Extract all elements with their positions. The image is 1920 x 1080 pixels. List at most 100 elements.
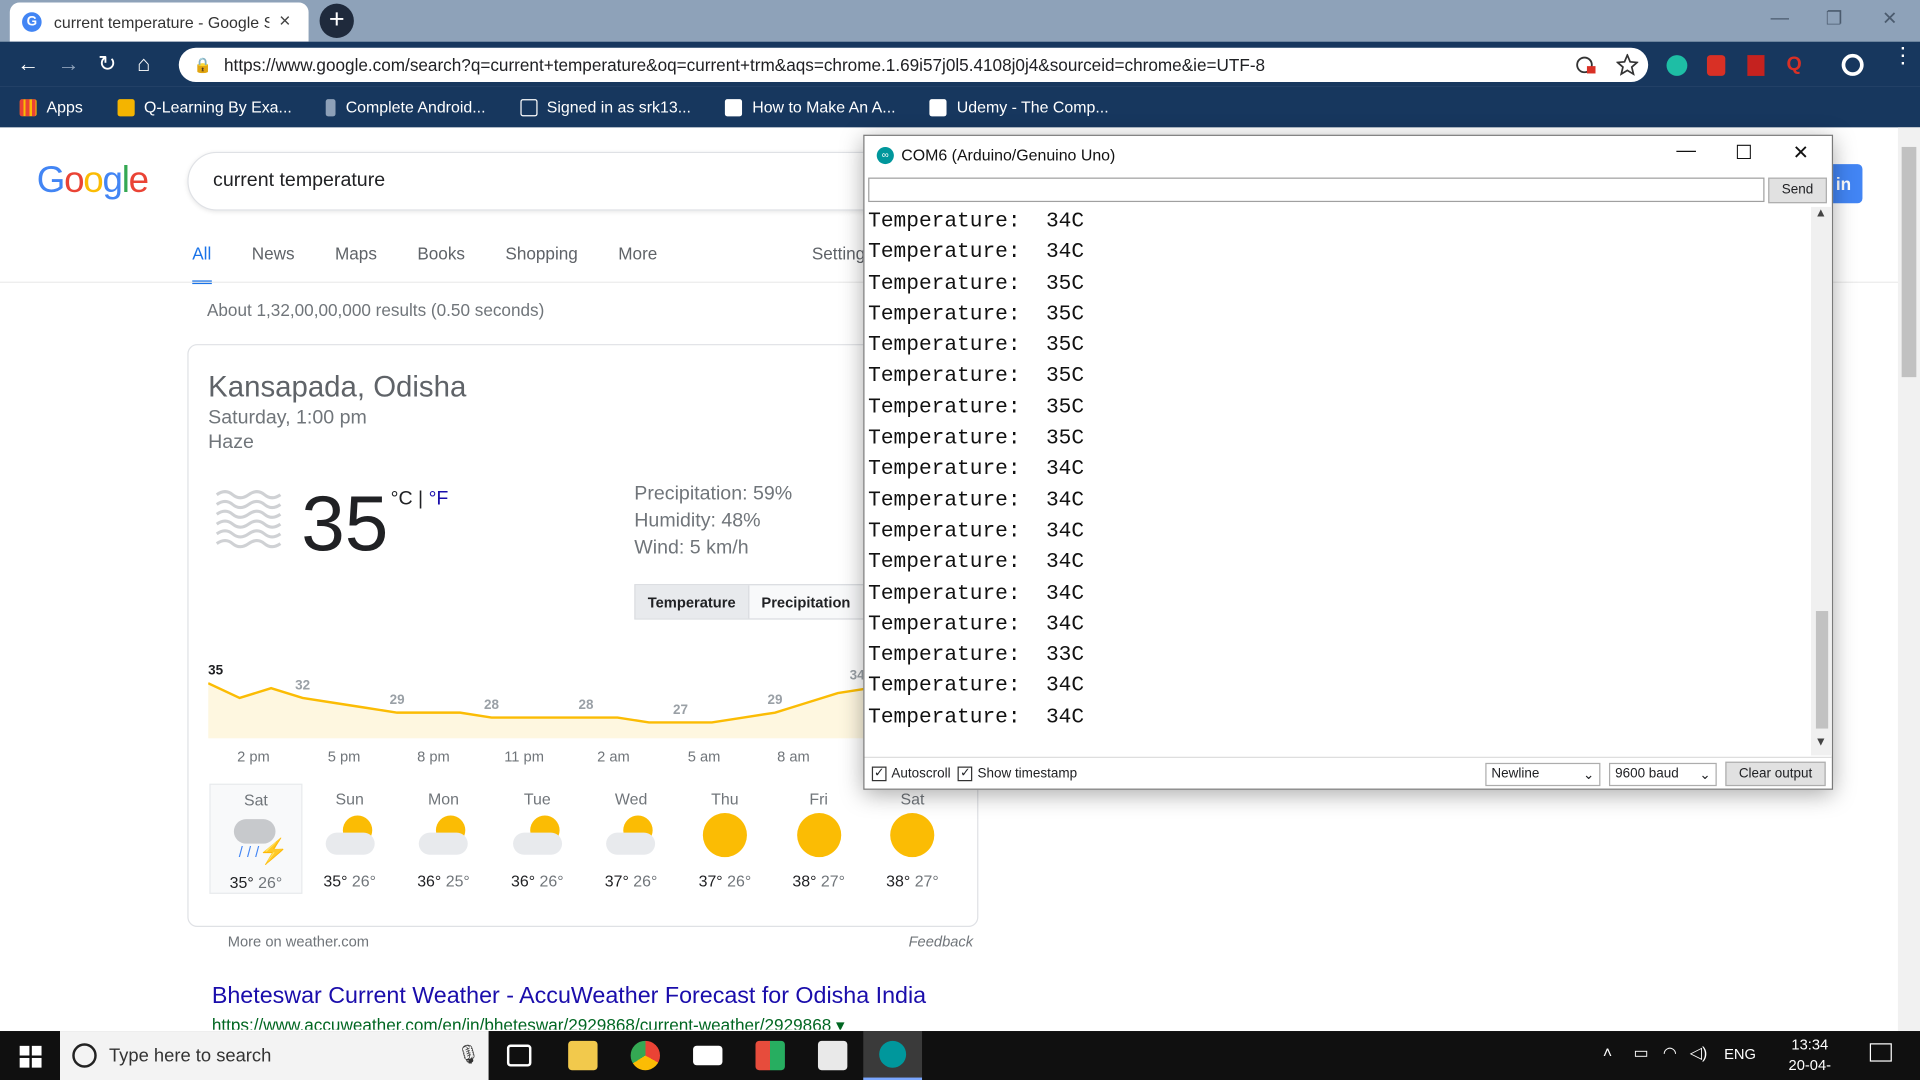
bookmark-signed-in[interactable]: Signed in as srk13... <box>519 98 691 116</box>
minimize-icon[interactable]: — <box>1771 7 1789 28</box>
serial-send-input[interactable] <box>868 177 1765 203</box>
extension-q-icon[interactable]: Q <box>1787 54 1802 76</box>
tab-books[interactable]: Books <box>417 244 465 284</box>
tab-maps[interactable]: Maps <box>335 244 377 284</box>
bookmark-android[interactable]: Complete Android... <box>326 98 486 116</box>
tab-news[interactable]: News <box>252 244 295 284</box>
tab-close-icon[interactable]: × <box>279 11 290 33</box>
clear-output-button[interactable]: Clear output <box>1725 761 1826 787</box>
tab-all[interactable]: All <box>192 244 212 285</box>
feedback-link[interactable]: Feedback <box>909 933 974 950</box>
scrollbar-thumb[interactable] <box>1901 146 1917 378</box>
file-explorer-icon[interactable] <box>568 1040 598 1071</box>
forecast-high: 35° <box>323 871 348 891</box>
serial-line: Temperature: 35C <box>868 396 1085 420</box>
address-bar[interactable]: 🔒 https://www.google.com/search?q=curren… <box>178 47 1649 83</box>
serial-minimize-icon[interactable]: — <box>1676 141 1696 163</box>
task-view-icon[interactable] <box>506 1044 532 1067</box>
serial-line: Temperature: 35C <box>868 303 1085 327</box>
browser-tab[interactable]: G current temperature - Google Se × <box>9 2 309 42</box>
serial-line: Temperature: 35C <box>868 334 1085 358</box>
forecast-high: 36° <box>510 871 536 891</box>
forecast-day[interactable]: Thu 37° 26° <box>678 784 771 894</box>
serial-line: Temperature: 34C <box>868 551 1085 575</box>
home-icon[interactable]: ⌂ <box>137 51 150 77</box>
forecast-high: 36° <box>417 871 442 891</box>
precipitation-tab[interactable]: Precipitation <box>749 585 862 618</box>
language-indicator[interactable]: ENG <box>1724 1046 1756 1063</box>
bookmark-favicon-icon <box>326 98 336 116</box>
bookmark-star-icon[interactable] <box>1616 53 1639 76</box>
google-logo[interactable]: Google <box>37 160 149 202</box>
fahrenheit-unit[interactable]: °F <box>429 489 449 510</box>
menu-icon[interactable]: ⋮ <box>1892 44 1914 66</box>
taskbar-clock[interactable]: 13:34 20-04-2019 <box>1773 1035 1846 1080</box>
forward-icon[interactable]: → <box>58 51 80 77</box>
notifications-icon[interactable] <box>1869 1043 1892 1062</box>
serial-line: Temperature: 34C <box>868 582 1085 606</box>
bookmark-how-to[interactable]: How to Make An A... <box>725 98 896 116</box>
forecast-day[interactable]: Mon 36° 25° <box>397 784 490 894</box>
extension-meet-icon[interactable] <box>1666 55 1688 76</box>
autoscroll-checkbox[interactable]: ✓ Autoscroll <box>871 765 951 781</box>
forecast-low: 26° <box>633 871 658 891</box>
close-window-icon[interactable]: ✕ <box>1882 7 1897 30</box>
page-scrollbar[interactable] <box>1897 127 1920 1032</box>
line-ending-select[interactable]: Newline ⌄ <box>1485 762 1601 787</box>
microphone-icon[interactable]: 🎙 <box>457 1043 480 1065</box>
bookmark-apps[interactable]: Apps <box>19 98 83 116</box>
chart-data-label: 27 <box>673 702 688 717</box>
forecast-day[interactable]: Sat ⚡ / / / 35° 26° <box>209 783 303 894</box>
serial-maximize-icon[interactable]: ☐ <box>1735 141 1753 165</box>
document-icon[interactable] <box>817 1040 848 1071</box>
result-title-link[interactable]: Bheteswar Current Weather - AccuWeather … <box>212 983 926 1010</box>
restore-icon[interactable]: ❐ <box>1826 7 1842 30</box>
search-tabs: All News Maps Books Shopping More <box>192 244 697 285</box>
serial-line: Temperature: 34C <box>868 706 1085 730</box>
address-url: https://www.google.com/search?q=current+… <box>224 55 1266 75</box>
back-icon[interactable]: ← <box>17 51 39 77</box>
serial-close-icon[interactable]: ✕ <box>1793 141 1809 165</box>
forecast-day[interactable]: Wed 37° 26° <box>585 784 678 894</box>
search-input[interactable]: current temperature <box>187 151 972 211</box>
new-tab-button[interactable]: + <box>319 3 354 38</box>
windows-start-icon[interactable] <box>19 1045 42 1068</box>
battery-icon[interactable]: ▭ <box>1633 1043 1648 1063</box>
forecast-day[interactable]: Tue 36° 26° <box>491 784 584 894</box>
bookmark-udemy[interactable]: Udemy - The Comp... <box>929 98 1109 116</box>
forecast-day[interactable]: Fri 38° 27° <box>772 784 865 894</box>
tab-shopping[interactable]: Shopping <box>505 244 577 284</box>
timestamp-checkbox[interactable]: ✓ Show timestamp <box>957 765 1077 781</box>
partly-cloudy-icon <box>606 813 656 862</box>
apps-grid-icon <box>19 98 37 116</box>
current-temperature: 35 <box>301 478 389 567</box>
scroll-down-icon[interactable]: ▼ <box>1815 736 1827 749</box>
wifi-icon[interactable]: ◠ <box>1663 1043 1677 1063</box>
serial-scrollbar[interactable]: ▲ ▼ <box>1811 206 1832 756</box>
forecast-high: 38° <box>886 871 911 891</box>
tab-more[interactable]: More <box>618 244 657 284</box>
profile-icon[interactable] <box>1841 53 1864 76</box>
chrome-icon[interactable] <box>630 1040 661 1071</box>
send-button[interactable]: Send <box>1768 177 1827 204</box>
forecast-day[interactable]: Sat 38° 27° <box>866 784 959 894</box>
serial-scroll-thumb[interactable] <box>1815 611 1829 729</box>
extension-shield-icon[interactable] <box>1706 55 1726 76</box>
arduino-taskbar-button[interactable] <box>863 1031 923 1080</box>
translate-icon[interactable] <box>1575 55 1599 75</box>
scroll-up-icon[interactable]: ▲ <box>1815 207 1827 220</box>
taskbar-search[interactable]: Type here to search 🎙 <box>60 1031 489 1080</box>
mail-icon[interactable] <box>693 1045 723 1066</box>
forecast-day[interactable]: Sun 35° 26° <box>303 784 396 894</box>
volume-icon[interactable]: ◁) <box>1690 1043 1708 1063</box>
tray-chevron-icon[interactable]: ˄ <box>1603 1043 1612 1061</box>
more-weather-link[interactable]: More on weather.com <box>228 933 369 950</box>
serial-output[interactable]: Temperature: 34C Temperature: 34C Temperat… <box>864 207 1811 756</box>
app-icon[interactable] <box>755 1040 785 1071</box>
bookmark-q-learning[interactable]: Q-Learning By Exa... <box>117 98 292 116</box>
baud-select[interactable]: 9600 baud ⌄ <box>1608 762 1717 787</box>
extension-book-icon[interactable] <box>1747 55 1765 76</box>
temperature-tab[interactable]: Temperature <box>635 585 750 619</box>
reload-icon[interactable]: ↻ <box>98 51 116 77</box>
celsius-unit[interactable]: °C <box>391 489 413 510</box>
